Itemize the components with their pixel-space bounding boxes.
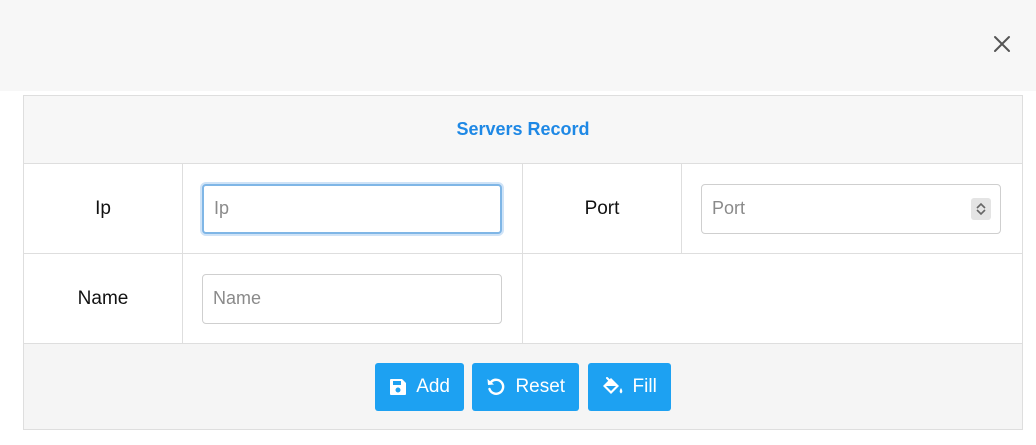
actions-bar: Add Reset Fill [22, 343, 1024, 430]
reset-button-label: Reset [515, 375, 566, 397]
ip-input[interactable] [202, 183, 502, 234]
close-icon [994, 36, 1010, 52]
fill-button[interactable]: Fill [587, 362, 671, 411]
reset-button[interactable]: Reset [472, 362, 580, 411]
fill-drip-icon [602, 376, 624, 397]
port-input-cell [680, 163, 1024, 254]
fill-button-label: Fill [632, 375, 657, 397]
servers-record-table: Servers Record Ip Port Name [22, 95, 1024, 430]
name-label: Name [23, 253, 183, 344]
chevron-up-icon[interactable] [976, 202, 986, 209]
port-label: Port [522, 163, 682, 254]
port-field [701, 183, 1001, 234]
name-input[interactable] [202, 273, 502, 324]
undo-icon [486, 377, 506, 397]
form-title: Servers Record [22, 95, 1024, 164]
port-stepper[interactable] [971, 197, 991, 220]
ip-label: Ip [23, 163, 183, 254]
close-button[interactable] [990, 32, 1014, 56]
save-icon [389, 378, 407, 396]
modal-header [0, 0, 1036, 91]
name-input-cell [182, 253, 523, 344]
empty-cell [521, 253, 1024, 344]
ip-input-cell [182, 163, 523, 254]
add-button[interactable]: Add [375, 362, 464, 411]
port-input[interactable] [701, 183, 1001, 234]
chevron-down-icon[interactable] [976, 208, 986, 216]
add-button-label: Add [416, 375, 450, 397]
